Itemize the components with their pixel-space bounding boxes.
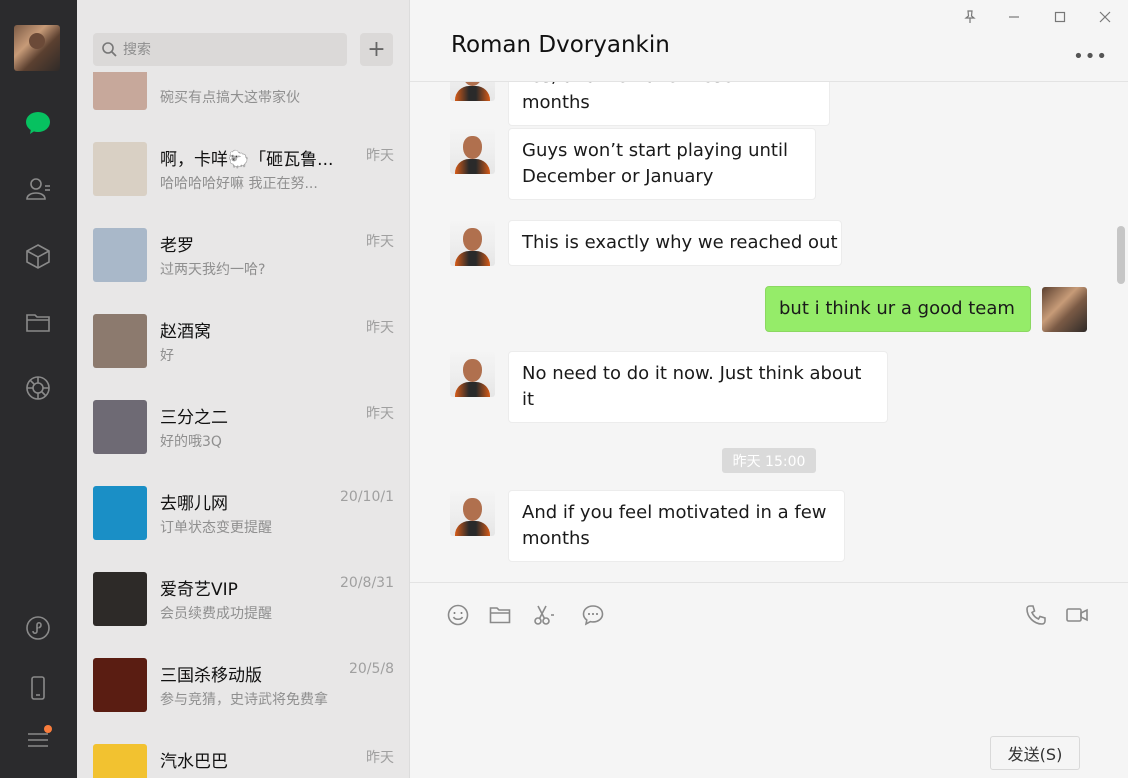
conversation-preview: 会员续费成功提醒 — [160, 606, 272, 622]
conversation-avatar — [93, 744, 147, 778]
conversation-name: 赵酒窝 — [160, 322, 211, 342]
conversation-item[interactable]: 三国杀移动版 20/5/8 参与竞猜，史诗武将免费拿 — [77, 641, 409, 727]
moments-icon[interactable] — [22, 372, 54, 404]
message-bubble: This is exactly why we reached out — [508, 220, 842, 266]
menu-icon[interactable] — [22, 724, 54, 756]
folder-icon[interactable] — [22, 306, 54, 338]
conversation-name: 啊，卡咩🐑「砸瓦鲁... — [160, 150, 334, 170]
conversation-item[interactable]: 三分之二 昨天好的哦3Q — [77, 383, 409, 469]
my-avatar-small[interactable] — [1042, 287, 1087, 332]
search-row: + — [77, 0, 409, 72]
contacts-icon[interactable] — [22, 173, 54, 205]
timestamp-divider: 昨天 15:00 — [722, 448, 816, 473]
pin-icon[interactable] — [959, 6, 981, 28]
conversation-item[interactable]: 汽水巴巴昨天[动画表情] — [77, 727, 409, 778]
mini-program-icon[interactable] — [22, 612, 54, 644]
conversation-time: 20/10/1 — [340, 489, 394, 505]
message-input[interactable] — [440, 643, 1100, 733]
send-button[interactable]: 发送(S) — [990, 736, 1080, 770]
message-bubble: No need to do it now. Just think about i… — [508, 351, 888, 423]
contact-avatar[interactable] — [450, 352, 495, 397]
chat-history-icon[interactable] — [580, 602, 606, 628]
scissors-icon[interactable] — [531, 602, 557, 628]
message-bubble: Yes, and we have these 2 months — [508, 82, 830, 126]
conversation-time: 昨天 — [366, 234, 394, 250]
conversation-name: 三分之二 — [160, 408, 228, 428]
chat-title: Roman Dvoryankin — [451, 32, 670, 58]
video-call-icon[interactable] — [1064, 602, 1090, 628]
conversation-avatar — [93, 486, 147, 540]
conversation-avatar — [93, 142, 147, 196]
conversation-time: 20/8/31 — [340, 575, 394, 591]
conversation-time: 昨天 — [366, 406, 394, 422]
phone-icon[interactable] — [22, 672, 54, 704]
conversation-item[interactable]: 去哪儿网 20/10/1 订单状态变更提醒 — [77, 469, 409, 555]
conversation-preview: 参与竞猜，史诗武将免费拿 — [160, 692, 328, 708]
message-list: Yes, and we have these 2 months Guys won… — [410, 82, 1128, 582]
conversation-item[interactable]: 赵酒窝 昨天好 — [77, 297, 409, 383]
conversation-time: 昨天 — [366, 750, 394, 766]
conversation-item[interactable]: 啊，卡咩🐑「砸瓦鲁... 昨天哈哈哈哈好嘛 我正在努... — [77, 125, 409, 211]
conversation-name: 去哪儿网 — [160, 494, 228, 514]
message-bubble: And if you feel motivated in a few month… — [508, 490, 845, 562]
conversation-time: 昨天 — [366, 320, 394, 336]
add-chat-button[interactable]: + — [360, 33, 393, 66]
conversation-name: 老罗 — [160, 236, 194, 256]
chat-header: Roman Dvoryankin ••• — [410, 0, 1128, 82]
cube-icon[interactable] — [22, 240, 54, 272]
search-input[interactable] — [123, 33, 338, 66]
minimize-icon[interactable] — [1003, 6, 1025, 28]
conversation-preview: 订单状态变更提醒 — [160, 520, 272, 536]
conversation-preview: 碗买有点搞大这帯家伙 — [160, 90, 300, 106]
notification-dot — [44, 725, 52, 733]
conversation-name: 三国杀移动版 — [160, 666, 262, 686]
conversation-name: 爱奇艺VIP — [160, 580, 238, 600]
conversation-avatar — [93, 572, 147, 626]
voice-call-icon[interactable] — [1023, 602, 1049, 628]
conversation-preview: 好的哦3Q — [160, 434, 222, 450]
more-options-button[interactable]: ••• — [1073, 46, 1108, 67]
contact-avatar[interactable] — [450, 491, 495, 536]
contact-avatar[interactable] — [450, 82, 495, 101]
conversation-avatar — [93, 228, 147, 282]
search-box[interactable] — [93, 33, 347, 66]
search-icon — [102, 42, 117, 57]
conversation-time: 20/5/8 — [348, 661, 394, 677]
folder-icon[interactable] — [487, 602, 513, 628]
chat-bubble-icon[interactable] — [22, 107, 54, 139]
icon-rail — [0, 0, 77, 778]
emoji-icon[interactable] — [445, 602, 471, 628]
conversation-list: 碗买有点搞大这帯家伙 啊，卡咩🐑「砸瓦鲁... 昨天 哈哈哈哈好嘛 我正在努... 老罗… — [77, 0, 410, 778]
contact-avatar[interactable] — [450, 129, 495, 174]
my-avatar[interactable] — [14, 25, 60, 71]
conversation-preview: 好 — [160, 348, 174, 364]
conversation-name: 汽水巴巴 — [160, 752, 228, 772]
composer: 发送(S) — [410, 582, 1128, 778]
conversation-avatar — [93, 400, 147, 454]
my-message-bubble: but i think ur a good team — [765, 286, 1031, 332]
close-icon[interactable] — [1094, 6, 1116, 28]
conversation-preview: 过两天我约一哈? — [160, 262, 266, 278]
contact-avatar[interactable] — [450, 221, 495, 266]
conversation-time: 昨天 — [366, 148, 394, 164]
message-bubble: Guys won’t start playing until December … — [508, 128, 816, 200]
conversation-item[interactable]: 爱奇艺VIP 20/8/31 会员续费成功提醒 — [77, 555, 409, 641]
maximize-icon[interactable] — [1049, 6, 1071, 28]
conversation-preview: 哈哈哈哈好嘛 我正在努... — [160, 176, 318, 192]
conversation-item[interactable]: 老罗 昨天过两天我约一哈? — [77, 211, 409, 297]
conversation-avatar — [93, 314, 147, 368]
scrollbar-thumb[interactable] — [1117, 226, 1125, 284]
chat-panel: Roman Dvoryankin ••• Yes, and we have th… — [410, 0, 1128, 778]
conversation-avatar — [93, 658, 147, 712]
